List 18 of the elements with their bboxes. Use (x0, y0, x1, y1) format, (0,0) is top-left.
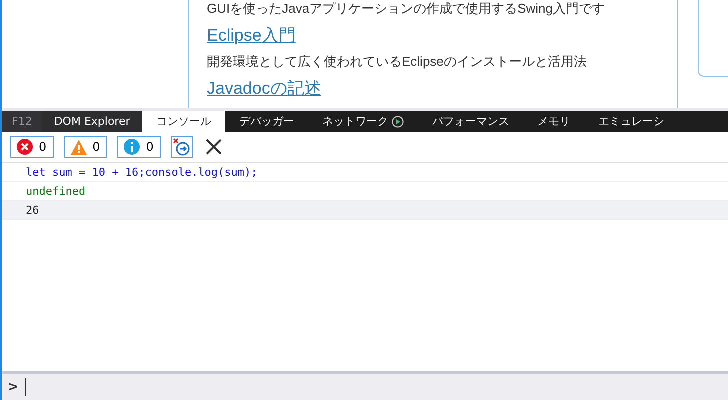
console-input-field[interactable]: > (2, 371, 728, 400)
prompt-chevron: > (8, 380, 19, 394)
article-description: GUIを使ったJavaアプリケーションの作成で使用するSwing入門です (207, 0, 606, 18)
error-icon (17, 139, 33, 155)
navigate-icon (172, 138, 191, 156)
article-link[interactable]: Javadocの記述 (207, 77, 677, 100)
article-description: 開発環境として広く使われているEclipseのインストールと活用法 (207, 53, 588, 71)
f12-label: F12 (2, 111, 42, 132)
info-filter-button[interactable]: 0 (117, 136, 161, 158)
clear-on-navigate-button[interactable] (170, 136, 193, 158)
devtools-tab[interactable]: コンソール (142, 111, 226, 132)
close-icon (206, 139, 222, 155)
devtools-tab[interactable]: DOM Explorer (42, 111, 142, 132)
article-link[interactable]: Eclipse入門 (207, 24, 677, 47)
info-icon (124, 139, 140, 155)
warning-icon (70, 140, 87, 154)
warning-filter-button[interactable]: 0 (64, 136, 108, 158)
error-filter-button[interactable]: 0 (10, 136, 54, 158)
